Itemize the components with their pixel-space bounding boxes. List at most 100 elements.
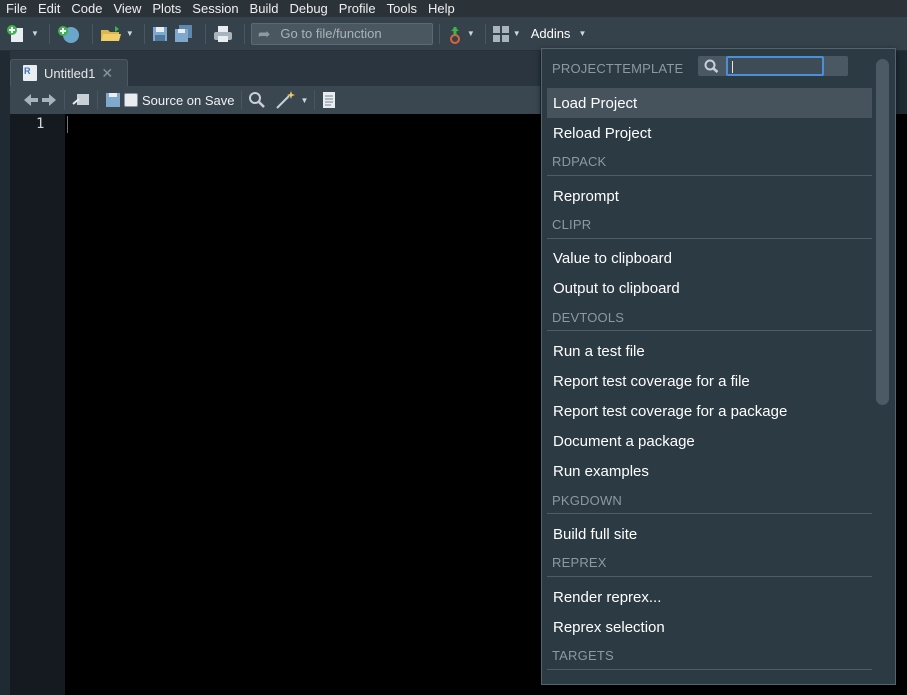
back-arrow-icon[interactable] [22, 92, 40, 108]
toolbar-divider [64, 90, 65, 110]
menu-view[interactable]: View [107, 0, 146, 17]
addins-button[interactable]: Addins ▼ [531, 22, 587, 46]
open-file-caret-icon[interactable]: ▼ [126, 29, 134, 38]
menu-help[interactable]: Help [422, 0, 460, 17]
addins-search-input[interactable] [726, 56, 824, 76]
left-edge [0, 51, 10, 695]
forward-arrow-icon[interactable] [40, 92, 58, 108]
addins-dropdown-menu: PROJECTTEMPLATE Load Project Reload Proj… [541, 48, 896, 685]
menu-item-reload-project[interactable]: Reload Project [547, 118, 872, 148]
menu-item-run-a-test-file[interactable]: Run a test file [547, 336, 872, 366]
menu-item-document-a-package[interactable]: Document a package [547, 426, 872, 456]
code-tools-caret-icon[interactable]: ▼ [301, 96, 309, 105]
menu-item-reprex-selection[interactable]: Reprex selection [547, 612, 872, 642]
toolbar-divider [243, 23, 245, 44]
folder-open-icon [100, 25, 121, 41]
toolbar-divider [204, 23, 206, 44]
compile-report-icon[interactable] [321, 91, 337, 109]
git-icon [449, 26, 460, 44]
save-button[interactable] [151, 22, 169, 46]
section-header-pkgdown: PKGDOWN [552, 492, 623, 508]
goto-arrow-icon: ➦ [257, 25, 271, 43]
close-icon[interactable]: ✕ [101, 65, 113, 82]
magic-wand-icon[interactable] [274, 90, 298, 110]
dropdown-scrollbar[interactable] [876, 59, 889, 405]
menu-item-render-reprex[interactable]: Render reprex... [547, 582, 872, 612]
new-project-icon [57, 25, 79, 43]
new-file-icon [7, 24, 23, 42]
search-icon [698, 59, 726, 73]
show-in-new-window-icon[interactable] [71, 92, 91, 108]
addins-label: Addins [530, 26, 571, 41]
new-project-button[interactable] [56, 22, 82, 46]
toolbar-divider [484, 23, 486, 44]
text-cursor [67, 116, 68, 133]
addins-search-box[interactable] [698, 56, 848, 76]
menu-divider [547, 175, 872, 176]
menu-item-output-to-clipboard[interactable]: Output to clipboard [547, 273, 872, 303]
search-icon[interactable] [248, 91, 266, 109]
menu-item-build-full-site[interactable]: Build full site [547, 519, 872, 549]
menu-item-value-to-clipboard[interactable]: Value to clipboard [547, 243, 872, 273]
section-header-devtools: DEVTOOLS [552, 309, 625, 325]
menu-file[interactable]: File [0, 0, 32, 17]
menu-edit[interactable]: Edit [32, 0, 65, 17]
grid-layout-icon [492, 25, 509, 42]
save-icon [152, 26, 167, 41]
menu-item-load-project[interactable]: Load Project [547, 88, 872, 118]
menu-tools[interactable]: Tools [381, 0, 422, 17]
toolbar-divider [314, 90, 316, 110]
menu-build[interactable]: Build [244, 0, 284, 17]
toolbar-divider [97, 90, 98, 110]
menu-divider [547, 669, 872, 670]
tab-untitled1[interactable]: Untitled1 ✕ [10, 59, 128, 86]
r-document-icon [23, 65, 37, 81]
workspace-panes-caret-icon[interactable]: ▼ [513, 29, 521, 38]
print-icon [213, 25, 232, 42]
version-control-button[interactable]: ▼ [446, 22, 475, 46]
line-number: 1 [36, 116, 45, 132]
source-on-save-checkbox[interactable] [124, 93, 138, 107]
menu-divider [547, 238, 872, 239]
toolbar-divider [91, 23, 93, 44]
save-icon[interactable] [104, 92, 122, 108]
menu-profile[interactable]: Profile [333, 0, 381, 17]
new-file-caret-icon[interactable]: ▼ [31, 29, 39, 38]
print-button[interactable] [212, 22, 234, 46]
section-header-reprex: REPREX [552, 554, 607, 570]
editor-tab-strip: Untitled1 ✕ [10, 51, 540, 86]
menu-item-report-test-coverage-package[interactable]: Report test coverage for a package [547, 396, 872, 426]
toolbar-divider [438, 23, 440, 44]
editor-toolbar: Source on Save ▼ [10, 86, 540, 114]
toolbar-divider [48, 23, 50, 44]
goto-placeholder: Go to file/function [280, 26, 382, 41]
editor-gutter: 1 [10, 114, 65, 695]
menu-debug[interactable]: Debug [283, 0, 332, 17]
menu-divider [547, 330, 872, 331]
menu-divider [547, 513, 872, 514]
tab-title: Untitled1 [44, 65, 96, 81]
goto-file-function-input[interactable]: ➦ Go to file/function [250, 22, 433, 45]
menu-item-report-test-coverage-file[interactable]: Report test coverage for a file [547, 366, 872, 396]
section-header-clipr: CLIPR [552, 216, 592, 232]
workspace-panes-button[interactable]: ▼ [492, 22, 521, 46]
toolbar-divider [240, 90, 242, 110]
menu-divider [547, 576, 872, 577]
save-all-icon [174, 24, 192, 42]
section-header-targets: TARGETS [552, 647, 614, 663]
open-file-button[interactable]: ▼ [99, 22, 134, 46]
menubar: File Edit Code View Plots Session Build … [0, 0, 907, 17]
version-control-caret-icon[interactable]: ▼ [467, 29, 475, 38]
addins-caret-icon: ▼ [578, 29, 587, 38]
menu-code[interactable]: Code [65, 0, 107, 17]
menu-session[interactable]: Session [186, 0, 243, 17]
menu-plots[interactable]: Plots [146, 0, 186, 17]
source-on-save-label: Source on Save [142, 92, 235, 108]
main-toolbar: ▼ ▼ ➦ Go to file/function ▼ ▼ Addins ▼ [0, 17, 907, 51]
toolbar-divider [143, 23, 145, 44]
save-all-button[interactable] [173, 22, 195, 46]
section-header-rdpack: RDPACK [552, 153, 607, 169]
menu-item-reprompt[interactable]: Reprompt [547, 181, 872, 211]
new-file-button[interactable]: ▼ [6, 22, 39, 46]
menu-item-run-examples[interactable]: Run examples [547, 456, 872, 486]
